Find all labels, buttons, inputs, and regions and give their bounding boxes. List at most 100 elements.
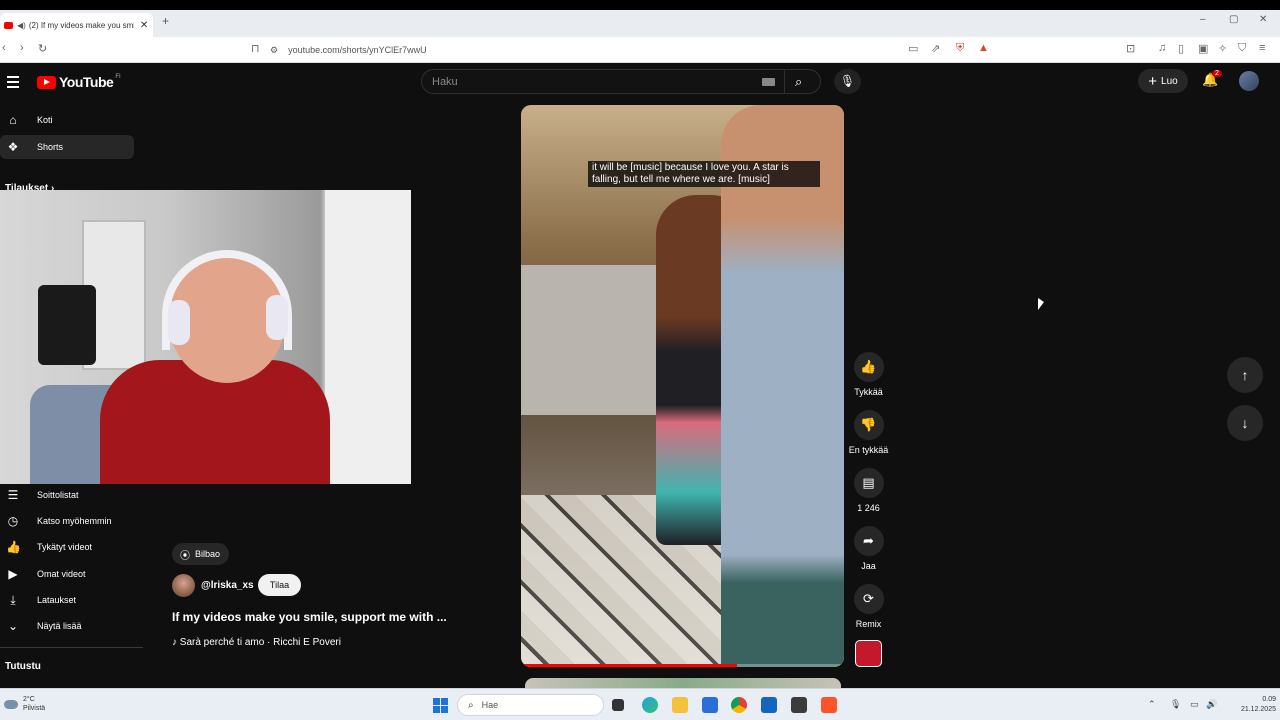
xbox-app-icon[interactable] (791, 697, 807, 713)
search-icon: ⌕ (468, 699, 474, 711)
screenshot-icon[interactable]: ⊡ (1126, 42, 1135, 55)
youtube-logo[interactable]: YouTube FI (37, 74, 121, 90)
brave-icon[interactable] (821, 697, 837, 713)
remix-button[interactable]: ⟳ Remix (846, 584, 891, 629)
share-button[interactable]: ➦ Jaa (846, 526, 891, 571)
video-progress-bar[interactable] (521, 664, 844, 667)
youtube-play-icon (37, 75, 56, 89)
sidebar-divider (0, 647, 143, 648)
brave-rewards-icon[interactable]: ▲ (978, 42, 989, 54)
share-icon[interactable]: ⇗ (931, 42, 940, 55)
sidebar-item-label: Lataukset (37, 595, 77, 605)
screen-top-edge (0, 0, 1280, 10)
thumb-up-icon: 👍 (6, 540, 21, 554)
minimize-button[interactable]: – (1200, 14, 1206, 25)
cloud-icon (4, 699, 18, 709)
clock-time: 0.09 (1262, 696, 1276, 703)
remix-label: Remix (855, 619, 882, 629)
subscribe-button[interactable]: Tilaa (258, 574, 301, 596)
clock-date: 21.12.2025 (1240, 706, 1276, 713)
sidebar-item-show-more[interactable]: ⌄ Näytä lisää (0, 614, 134, 638)
brave-shield-icon[interactable]: ⛨ (956, 42, 964, 55)
location-chip[interactable]: ⦿ Bilbao (172, 543, 230, 565)
url-field[interactable]: ⚙ youtube.com/shorts/ynYClEr7wwU (270, 40, 1000, 60)
menu-icon[interactable]: ≡ (1259, 42, 1265, 54)
location-label: Bilbao (195, 549, 221, 559)
audio-source-thumbnail[interactable] (855, 640, 882, 667)
sidebar-item-label: Omat videot (37, 569, 86, 579)
sidebar-icon[interactable]: ▯ (1178, 42, 1184, 55)
song-link[interactable]: ♪ Sarà perché ti amo · Ricchi E Poveri (172, 637, 341, 648)
file-explorer-icon[interactable] (672, 697, 688, 713)
sidebar-item-label: Koti (37, 115, 53, 125)
playlist-icon: ☰ (7, 488, 19, 502)
leo-ai-icon[interactable]: ✧ (1218, 42, 1227, 55)
hamburger-menu-icon[interactable] (7, 76, 19, 91)
youtube-page: YouTube FI Haku ⌕ 🎙 + Luo 🔔 2 ⌂ Koti ❖ S… (0, 63, 1280, 690)
sidebar-item-downloads[interactable]: ⤓ Lataukset (0, 588, 134, 612)
shorts-video-player[interactable]: it will be [music] because I love you. A… (521, 105, 844, 667)
display-tray-icon[interactable]: ▭ (1190, 699, 1199, 710)
previous-short-button[interactable]: ↑ (1227, 357, 1263, 393)
weather-widget[interactable]: 2°C Pilvistä (4, 695, 45, 713)
thumb-up-icon: 👍 (853, 352, 884, 382)
forward-icon[interactable]: › (20, 42, 24, 54)
sidebar-item-your-videos[interactable]: ▶ Omat videot (0, 562, 134, 586)
comments-button[interactable]: ▤ 1 246 (846, 468, 891, 513)
share-label: Jaa (861, 561, 876, 571)
vpn-icon[interactable]: ⛉ (1238, 42, 1246, 55)
chrome-icon[interactable] (731, 697, 747, 713)
dislike-button[interactable]: 👎 En tykkää (846, 410, 891, 455)
new-tab-button[interactable]: + (162, 14, 169, 28)
back-icon[interactable]: ‹ (2, 42, 6, 54)
bookmark-icon[interactable]: ⊓ (251, 42, 260, 55)
reload-icon[interactable]: ↻ (38, 42, 47, 55)
avatar[interactable] (1239, 71, 1259, 91)
volume-icon[interactable]: 🔊 (1206, 699, 1217, 710)
taskbar-search[interactable]: ⌕ Hae (457, 694, 604, 716)
tab-close-button[interactable]: ✕ (140, 20, 148, 31)
search-icon[interactable]: ⌕ (795, 74, 802, 90)
sidebar-item-liked[interactable]: 👍 Tykätyt videot (0, 535, 134, 559)
cast-icon[interactable]: ▭ (908, 42, 918, 55)
sidebar-item-playlists[interactable]: ☰ Soittolistat (0, 483, 134, 507)
chevron-down-icon: ⌄ (7, 619, 19, 633)
media-icon[interactable]: ♫ (1158, 42, 1166, 54)
explore-heading: Tutustu (5, 661, 41, 672)
taskbar-clock[interactable]: 0.09 21.12.2025 (1218, 695, 1276, 715)
channel-name[interactable]: @lriska_xs (201, 580, 254, 591)
like-button[interactable]: 👍 Tykkää (846, 352, 891, 397)
mouse-cursor-icon (1038, 298, 1044, 310)
wallet-icon[interactable]: ▣ (1198, 42, 1208, 55)
browser-tab[interactable]: ◀) (2) If my videos make you smi ✕ (0, 13, 153, 37)
sidebar-item-label: Shorts (37, 142, 64, 152)
store-icon[interactable] (702, 697, 718, 713)
sidebar-item-home[interactable]: ⌂ Koti (0, 108, 134, 132)
maximize-button[interactable]: ▢ (1229, 14, 1238, 25)
outlook-icon[interactable] (761, 697, 777, 713)
window-close-button[interactable]: ✕ (1259, 14, 1267, 25)
microphone-icon[interactable]: 🎙 (834, 69, 861, 94)
browser-tab-strip: ◀) (2) If my videos make you smi ✕ + – ▢… (0, 10, 1280, 37)
windows-start-icon[interactable] (433, 698, 448, 713)
weather-desc: Pilvistä (23, 705, 46, 712)
sidebar-item-shorts[interactable]: ❖ Shorts (0, 135, 134, 159)
notification-badge: 2 (1212, 70, 1222, 77)
remix-icon: ⟳ (853, 584, 884, 614)
task-view-icon[interactable] (612, 699, 624, 711)
tray-chevron-icon[interactable]: ⌃ (1148, 699, 1156, 710)
create-label: Luo (1161, 75, 1178, 87)
music-note-icon: ♪ (172, 637, 180, 648)
edge-icon[interactable] (642, 697, 658, 713)
sidebar-item-watch-later[interactable]: ◷ Katso myöhemmin (0, 509, 134, 533)
keyboard-icon[interactable] (762, 78, 775, 86)
speaker-icon[interactable]: ◀) (17, 21, 26, 30)
video-caption: it will be [music] because I love you. A… (588, 161, 820, 187)
channel-avatar[interactable] (172, 574, 195, 597)
search-box[interactable]: Haku ⌕ (421, 69, 821, 94)
site-settings-icon[interactable]: ⚙ (270, 45, 278, 56)
next-short-button[interactable]: ↓ (1227, 405, 1263, 441)
short-title[interactable]: If my videos make you smile, support me … (172, 610, 447, 624)
microphone-tray-icon[interactable]: 🎙 (1170, 699, 1181, 710)
create-button[interactable]: + Luo (1138, 69, 1188, 93)
